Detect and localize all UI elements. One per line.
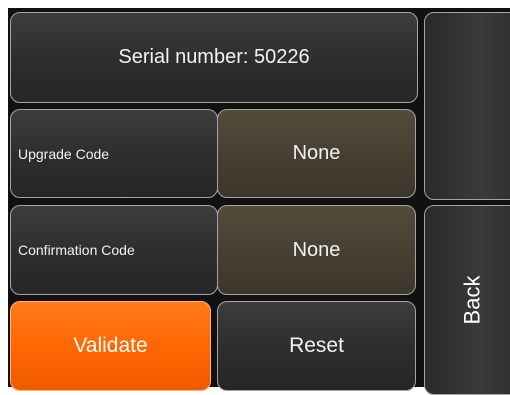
validate-button[interactable]: Validate [10, 301, 211, 391]
serial-number-display: Serial number: 50226 [10, 12, 418, 103]
upgrade-code-label: Upgrade Code [18, 145, 110, 162]
upgrade-code-field[interactable]: None [217, 109, 416, 198]
reset-button-label: Reset [289, 334, 344, 357]
back-button-label: Back [458, 275, 484, 325]
validate-button-label: Validate [73, 334, 148, 357]
confirmation-code-label: Confirmation Code [18, 242, 135, 258]
confirmation-code-value: None [292, 238, 341, 261]
upgrade-code-label-cell: Upgrade Code [10, 109, 218, 198]
reset-button[interactable]: Reset [217, 301, 416, 391]
confirmation-code-label-cell: Confirmation Code [10, 205, 218, 295]
upgrade-code-value: None [292, 142, 341, 164]
serial-number-text: Serial number: 50226 [118, 46, 310, 68]
confirmation-code-field[interactable]: None [217, 205, 416, 295]
side-panel-upper [424, 12, 510, 200]
back-button[interactable]: Back [424, 205, 510, 395]
